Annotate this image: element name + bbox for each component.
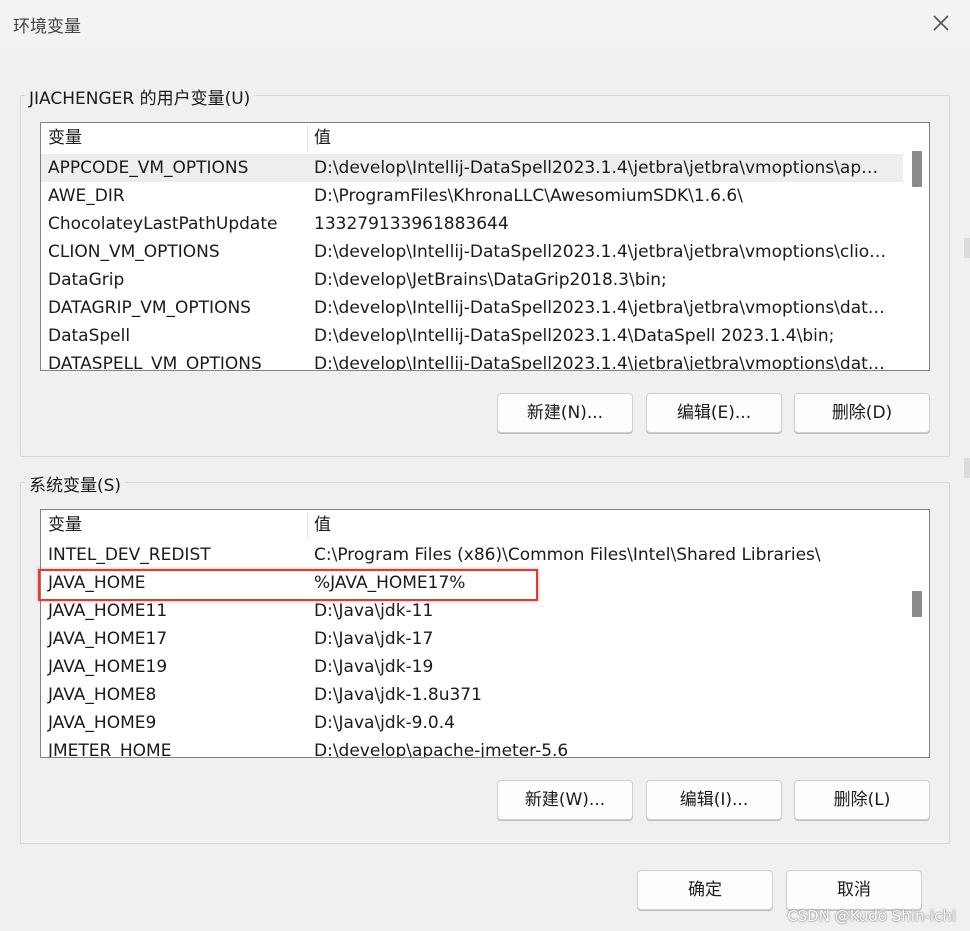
variable-name: DataSpell (48, 326, 131, 346)
variable-value: D:\Java\jdk-1.8u371 (314, 685, 482, 705)
column-header-value[interactable]: 值 (314, 510, 331, 540)
variable-name: APPCODE_VM_OPTIONS (48, 158, 249, 178)
variable-value: D:\develop\Intellij-DataSpell2023.1.4\je… (314, 158, 879, 178)
variable-value: D:\Java\jdk-19 (314, 657, 434, 677)
system-edit-button[interactable]: 编辑(I)... (646, 780, 782, 820)
variable-name: DATASPELL_VM_OPTIONS (48, 354, 262, 371)
ok-button[interactable]: 确定 (637, 870, 773, 910)
system-variables-list[interactable]: 变量 值 INTEL_DEV_REDIST C:\Program Files (x… (40, 509, 930, 758)
system-new-button[interactable]: 新建(W)... (497, 780, 633, 820)
variable-name: JAVA_HOME17 (48, 629, 168, 649)
user-delete-button[interactable]: 删除(D) (794, 393, 930, 433)
close-icon[interactable] (928, 10, 954, 36)
variable-value: D:\develop\Intellij-DataSpell2023.1.4\je… (314, 298, 885, 318)
title-bar: 环境变量 (0, 0, 970, 48)
variable-name: INTEL_DEV_REDIST (48, 545, 211, 565)
table-row[interactable]: DataGrip D:\develop\JetBrains\DataGrip201… (41, 266, 903, 294)
variable-name: JAVA_HOME19 (48, 657, 168, 677)
table-row[interactable]: JMETER_HOME D:\develop\apache-jmeter-5.6 (41, 737, 903, 758)
column-header-name[interactable]: 变量 (48, 510, 82, 540)
variable-value: D:\develop\Intellij-DataSpell2023.1.4\je… (314, 354, 885, 371)
table-row[interactable]: JAVA_HOME11 D:\Java\jdk-11 (41, 597, 903, 625)
variable-value: D:\Java\jdk-17 (314, 629, 434, 649)
variable-value: D:\develop\apache-jmeter-5.6 (314, 741, 569, 758)
variable-value: D:\develop\Intellij-DataSpell2023.1.4\je… (314, 242, 887, 262)
user-edit-button[interactable]: 编辑(E)... (646, 393, 782, 433)
variable-value: D:\develop\JetBrains\DataGrip2018.3\bin; (314, 270, 667, 290)
variable-name: DataGrip (48, 270, 125, 290)
table-row[interactable]: AWE_DIR D:\ProgramFiles\KhronaLLC\Awesomi… (41, 182, 903, 210)
list-header: 变量 值 (41, 510, 903, 540)
table-row[interactable]: JAVA_HOME8 D:\Java\jdk-1.8u371 (41, 681, 903, 709)
table-row[interactable]: JAVA_HOME17 D:\Java\jdk-17 (41, 625, 903, 653)
column-header-name[interactable]: 变量 (48, 123, 82, 153)
watermark: CSDN @Kudō Shin-ichi (787, 907, 956, 925)
variable-name: ChocolateyLastPathUpdate (48, 214, 278, 234)
table-row[interactable]: INTEL_DEV_REDIST C:\Program Files (x86)\C… (41, 541, 903, 569)
variable-value: D:\Java\jdk-9.0.4 (314, 713, 455, 733)
column-header-value[interactable]: 值 (314, 123, 331, 153)
window-title: 环境变量 (13, 17, 81, 37)
list-header: 变量 值 (41, 123, 903, 153)
table-row[interactable]: DATAGRIP_VM_OPTIONS D:\develop\Intellij-D… (41, 294, 903, 322)
scrollbar[interactable] (903, 123, 929, 370)
scrollbar[interactable] (903, 510, 929, 757)
table-row[interactable]: APPCODE_VM_OPTIONS D:\develop\Intellij-Da… (41, 154, 903, 182)
table-row[interactable]: DataSpell D:\develop\Intellij-DataSpell20… (41, 322, 903, 350)
variable-name: DATAGRIP_VM_OPTIONS (48, 298, 251, 318)
scrollbar-thumb[interactable] (912, 151, 922, 187)
window-edge (964, 238, 970, 258)
scrollbar-thumb[interactable] (912, 591, 922, 617)
variable-name: JMETER_HOME (48, 741, 172, 758)
variable-name: JAVA_HOME11 (48, 601, 168, 621)
table-row[interactable]: CLION_VM_OPTIONS D:\develop\Intellij-Data… (41, 238, 903, 266)
table-row[interactable]: JAVA_HOME9 D:\Java\jdk-9.0.4 (41, 709, 903, 737)
user-variables-label: JIACHENGER 的用户变量(U) (25, 84, 255, 109)
variable-value: D:\develop\Intellij-DataSpell2023.1.4\Da… (314, 326, 835, 346)
variable-value: 133279133961883644 (314, 214, 509, 234)
system-variables-label: 系统变量(S) (25, 471, 126, 496)
window-edge (964, 458, 970, 478)
table-row[interactable]: ChocolateyLastPathUpdate 1332791339618836… (41, 210, 903, 238)
variable-value: D:\Java\jdk-11 (314, 601, 434, 621)
user-new-button[interactable]: 新建(N)... (497, 393, 633, 433)
java-home-highlight (38, 569, 538, 601)
table-row[interactable]: JAVA_HOME19 D:\Java\jdk-19 (41, 653, 903, 681)
variable-name: AWE_DIR (48, 186, 125, 206)
variable-name: JAVA_HOME9 (48, 713, 157, 733)
variable-value: C:\Program Files (x86)\Common Files\Inte… (314, 545, 821, 565)
cancel-button[interactable]: 取消 (786, 870, 922, 910)
variable-name: CLION_VM_OPTIONS (48, 242, 220, 262)
user-variables-list[interactable]: 变量 值 APPCODE_VM_OPTIONS D:\develop\Intell… (40, 122, 930, 371)
variable-name: JAVA_HOME8 (48, 685, 157, 705)
table-row[interactable]: DATASPELL_VM_OPTIONS D:\develop\Intellij-… (41, 350, 903, 371)
system-delete-button[interactable]: 删除(L) (794, 780, 930, 820)
variable-value: D:\ProgramFiles\KhronaLLC\AwesomiumSDK\1… (314, 186, 743, 206)
